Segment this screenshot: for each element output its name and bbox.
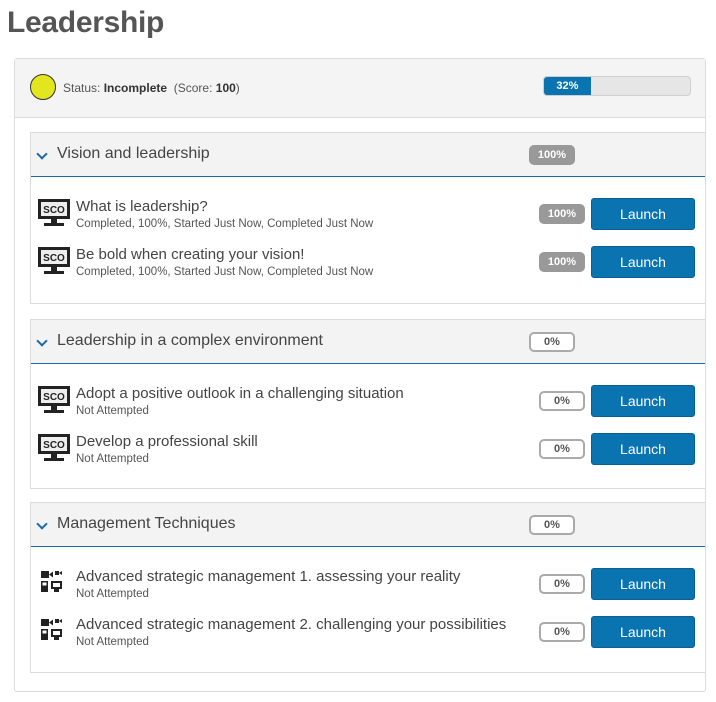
list-item: SCO Be bold when creating your vision! C… xyxy=(31,246,705,294)
list-item: SCO What is leadership? Completed, 100%,… xyxy=(31,198,705,246)
sco-monitor-icon: SCO xyxy=(37,246,71,276)
status-label: Status: xyxy=(63,81,101,95)
launch-button[interactable]: Launch xyxy=(591,385,695,417)
item-status: Not Attempted xyxy=(76,453,149,465)
item-title: Be bold when creating your vision! xyxy=(76,246,305,263)
launch-button[interactable]: Launch xyxy=(591,246,695,278)
progress-fill: 32% xyxy=(544,77,591,95)
score-suffix: ) xyxy=(235,81,240,95)
multimedia-icon xyxy=(37,568,71,598)
item-percent-badge: 0% xyxy=(539,439,585,459)
item-percent-badge: 0% xyxy=(539,622,585,642)
section-percent-badge: 0% xyxy=(529,515,575,535)
item-percent-badge: 100% xyxy=(539,204,585,224)
svg-text:SCO: SCO xyxy=(43,253,65,264)
launch-button[interactable]: Launch xyxy=(591,616,695,648)
status-bar: Status: Incomplete (Score: 100) 32% xyxy=(15,59,705,118)
list-item: Advanced strategic management 2. challen… xyxy=(31,616,705,664)
item-title: What is leadership? xyxy=(76,198,208,215)
sco-monitor-icon: SCO xyxy=(37,433,71,463)
item-status: Not Attempted xyxy=(76,588,149,600)
launch-button[interactable]: Launch xyxy=(591,198,695,230)
item-title: Advanced strategic management 1. assessi… xyxy=(76,568,461,585)
chevron-down-icon[interactable] xyxy=(31,503,55,546)
svg-text:SCO: SCO xyxy=(43,392,65,403)
section-header[interactable]: Management Techniques 0% xyxy=(31,503,705,547)
launch-button[interactable]: Launch xyxy=(591,568,695,600)
item-percent-badge: 0% xyxy=(539,391,585,411)
section-title: Leadership in a complex environment xyxy=(57,332,323,349)
item-status: Not Attempted xyxy=(76,405,149,417)
status-indicator-icon xyxy=(30,74,56,100)
sco-monitor-icon: SCO xyxy=(37,198,71,228)
item-title: Advanced strategic management 2. challen… xyxy=(76,616,507,633)
section-management-techniques: Management Techniques 0% Advanced strate… xyxy=(30,502,706,673)
chevron-down-icon[interactable] xyxy=(31,133,55,176)
score-value: 100 xyxy=(215,81,236,95)
svg-text:SCO: SCO xyxy=(43,440,65,451)
section-percent-badge: 0% xyxy=(529,332,575,352)
section-vision-and-leadership: Vision and leadership 100% SCO What is l… xyxy=(30,132,706,304)
section-title: Management Techniques xyxy=(57,515,236,532)
item-status: Completed, 100%, Started Just Now, Compl… xyxy=(76,266,374,278)
list-item: SCO Develop a professional skill Not Att… xyxy=(31,433,705,481)
svg-text:SCO: SCO xyxy=(43,205,65,216)
item-percent-badge: 100% xyxy=(539,252,585,272)
item-status: Completed, 100%, Started Just Now, Compl… xyxy=(76,218,374,230)
score-prefix: (Score: xyxy=(173,81,213,95)
section-header[interactable]: Leadership in a complex environment 0% xyxy=(31,320,705,364)
item-title: Develop a professional skill xyxy=(76,433,258,450)
multimedia-icon xyxy=(37,616,71,646)
launch-button[interactable]: Launch xyxy=(591,433,695,465)
course-panel: Status: Incomplete (Score: 100) 32% Visi… xyxy=(14,58,706,692)
item-status: Not Attempted xyxy=(76,636,149,648)
progress-bar: 32% xyxy=(543,76,691,96)
item-title: Adopt a positive outlook in a challengin… xyxy=(76,385,404,402)
item-percent-badge: 0% xyxy=(539,574,585,594)
status-value: Incomplete xyxy=(103,81,168,95)
chevron-down-icon[interactable] xyxy=(31,320,55,363)
sco-monitor-icon: SCO xyxy=(37,385,71,415)
section-title: Vision and leadership xyxy=(57,145,210,162)
section-leadership-in-complex-environment: Leadership in a complex environment 0% S… xyxy=(30,319,706,489)
status-text: Status: Incomplete (Score: 100) xyxy=(63,81,240,95)
list-item: SCO Adopt a positive outlook in a challe… xyxy=(31,385,705,433)
list-item: Advanced strategic management 1. assessi… xyxy=(31,568,705,616)
page-title: Leadership xyxy=(7,6,165,39)
section-percent-badge: 100% xyxy=(529,145,575,165)
section-header[interactable]: Vision and leadership 100% xyxy=(31,133,705,177)
